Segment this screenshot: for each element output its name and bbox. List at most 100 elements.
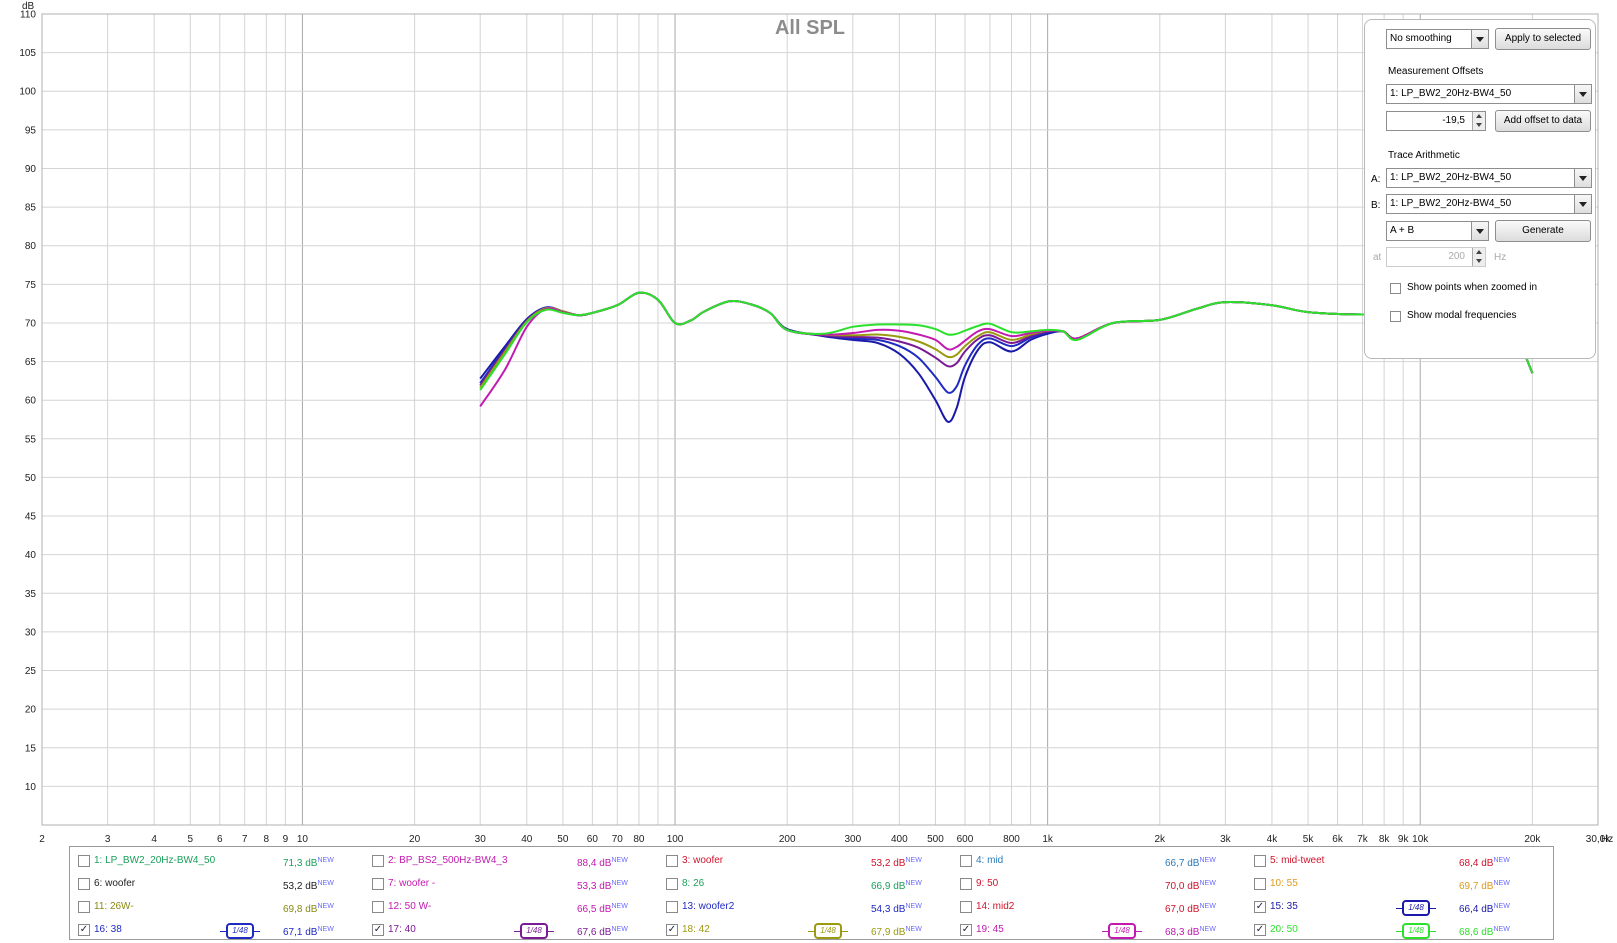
legend-name: 5: mid-tweet [1270, 855, 1325, 866]
legend-level-value: 69,7 dB [1459, 881, 1494, 892]
at-frequency-input[interactable]: 200 [1386, 247, 1486, 267]
new-badge: NEW [1199, 880, 1216, 887]
legend-item[interactable]: 10: 55 69,7 dBNEW [1254, 874, 1539, 894]
legend-level: 70,0 dBNEW [1165, 874, 1216, 897]
smoothing-badge[interactable]: 1/48 [1102, 923, 1142, 939]
legend-name: 19: 45 [976, 924, 1004, 935]
trace-a-select[interactable]: 1: LP_BW2_20Hz-BW4_50 [1386, 168, 1592, 188]
legend-item[interactable]: ✓ 20: 50 1/48 68,6 dBNEW [1254, 920, 1539, 940]
legend-level: 66,5 dBNEW [577, 897, 628, 920]
new-badge: NEW [905, 857, 922, 864]
chevron-down-icon[interactable] [1574, 195, 1591, 213]
legend-item[interactable]: 2: BP_BS2_500Hz-BW4_3 88,4 dBNEW [372, 851, 657, 871]
legend-checkbox[interactable] [78, 855, 90, 867]
legend-checkbox[interactable]: ✓ [960, 924, 972, 936]
legend-checkbox[interactable] [960, 855, 972, 867]
legend-checkbox[interactable]: ✓ [372, 924, 384, 936]
legend-item[interactable]: ✓ 19: 45 1/48 68,3 dBNEW [960, 920, 1245, 940]
trace-a-label: A: [1371, 174, 1381, 185]
apply-to-selected-button[interactable]: Apply to selected [1495, 28, 1591, 50]
add-offset-button[interactable]: Add offset to data [1495, 110, 1591, 132]
legend-item[interactable]: 5: mid-tweet 68,4 dBNEW [1254, 851, 1539, 871]
legend-item[interactable]: ✓ 16: 38 1/48 67,1 dBNEW [78, 920, 363, 940]
legend-item[interactable]: 6: woofer 53,2 dBNEW [78, 874, 363, 894]
generate-button[interactable]: Generate [1495, 220, 1591, 242]
legend-item[interactable]: 11: 26W- 69,8 dBNEW [78, 897, 363, 917]
legend-checkbox[interactable]: ✓ [1254, 901, 1266, 913]
legend-item[interactable]: 9: 50 70,0 dBNEW [960, 874, 1245, 894]
x-tick-label: 6 [217, 834, 223, 845]
smoothing-badge[interactable]: 1/48 [220, 923, 260, 939]
legend-item[interactable]: 1: LP_BW2_20Hz-BW4_50 71,3 dBNEW [78, 851, 363, 871]
smoothing-badge[interactable]: 1/48 [808, 923, 848, 939]
operation-select[interactable]: A + B [1386, 221, 1489, 241]
offset-measurement-select[interactable]: 1: LP_BW2_20Hz-BW4_50 [1386, 84, 1592, 104]
legend-level-value: 66,4 dB [1459, 904, 1494, 915]
legend-level: 67,9 dBNEW [871, 920, 922, 943]
legend-level-value: 68,3 dB [1165, 927, 1200, 938]
legend-name: 15: 35 [1270, 901, 1298, 912]
smoothing-select[interactable]: No smoothing [1386, 29, 1489, 49]
legend-item[interactable]: 12: 50 W- 66,5 dBNEW [372, 897, 657, 917]
y-axis-label: dB [22, 1, 35, 12]
trace-b-label: B: [1371, 200, 1381, 211]
legend-checkbox[interactable] [1254, 855, 1266, 867]
legend-checkbox[interactable]: ✓ [1254, 924, 1266, 936]
legend-checkbox[interactable] [666, 901, 678, 913]
x-tick-label: 10k [1412, 834, 1429, 845]
legend-checkbox[interactable] [78, 901, 90, 913]
x-tick-label: 300 [844, 834, 861, 845]
legend-item[interactable]: 7: woofer - 53,3 dBNEW [372, 874, 657, 894]
new-badge: NEW [317, 903, 334, 910]
legend-item[interactable]: ✓ 15: 35 1/48 66,4 dBNEW [1254, 897, 1539, 917]
legend-checkbox[interactable] [372, 855, 384, 867]
x-axis-unit: Hz [1601, 834, 1613, 845]
x-tick-label: 6k [1332, 834, 1344, 845]
legend-item[interactable]: 8: 26 66,9 dBNEW [666, 874, 951, 894]
legend-checkbox[interactable]: ✓ [666, 924, 678, 936]
trace-b-select[interactable]: 1: LP_BW2_20Hz-BW4_50 [1386, 194, 1592, 214]
legend-item[interactable]: 13: woofer2 54,3 dBNEW [666, 897, 951, 917]
legend-name: 4: mid [976, 855, 1004, 866]
offset-value-input[interactable]: -19,5 [1386, 111, 1486, 131]
legend-checkbox[interactable] [666, 878, 678, 890]
chevron-down-icon[interactable] [1471, 222, 1488, 240]
legend-checkbox[interactable] [960, 901, 972, 913]
legend-item[interactable]: ✓ 17: 40 1/48 67,6 dBNEW [372, 920, 657, 940]
legend-level: 53,2 dBNEW [283, 874, 334, 897]
chevron-down-icon[interactable] [1574, 169, 1591, 187]
legend-name: 7: woofer - [388, 878, 436, 889]
legend-item[interactable]: 4: mid 66,7 dBNEW [960, 851, 1245, 871]
x-tick-label: 8 [264, 834, 270, 845]
smoothing-badge[interactable]: 1/48 [1396, 900, 1436, 916]
legend-item[interactable]: 3: woofer 53,2 dBNEW [666, 851, 951, 871]
legend-checkbox[interactable]: ✓ [78, 924, 90, 936]
legend-checkbox[interactable] [1254, 878, 1266, 890]
legend-checkbox[interactable] [78, 878, 90, 890]
x-tick-label: 2 [39, 834, 45, 845]
legend-checkbox[interactable] [666, 855, 678, 867]
legend-level-value: 53,2 dB [283, 881, 318, 892]
legend-level: 69,8 dBNEW [283, 897, 334, 920]
new-badge: NEW [1493, 857, 1510, 864]
x-tick-label: 200 [779, 834, 796, 845]
offset-measurement-value: 1: LP_BW2_20Hz-BW4_50 [1390, 88, 1512, 99]
smoothing-badge[interactable]: 1/48 [1396, 923, 1436, 939]
chevron-down-icon[interactable] [1574, 85, 1591, 103]
legend-level-value: 54,3 dB [871, 904, 906, 915]
x-tick-label: 500 [927, 834, 944, 845]
legend-item[interactable]: ✓ 18: 42 1/48 67,9 dBNEW [666, 920, 951, 940]
legend-item[interactable]: 14: mid2 67,0 dBNEW [960, 897, 1245, 917]
chevron-down-icon[interactable] [1471, 30, 1488, 48]
show-points-checkbox[interactable] [1390, 283, 1401, 294]
x-tick-label: 100 [667, 834, 684, 845]
show-modal-checkbox[interactable] [1390, 311, 1401, 322]
spinner-icon[interactable] [1472, 112, 1485, 130]
x-tick-label: 30 [475, 834, 487, 845]
spinner-icon[interactable] [1472, 248, 1485, 266]
legend-checkbox[interactable] [960, 878, 972, 890]
legend-checkbox[interactable] [372, 901, 384, 913]
x-tick-label: 1k [1042, 834, 1054, 845]
legend-checkbox[interactable] [372, 878, 384, 890]
smoothing-badge[interactable]: 1/48 [514, 923, 554, 939]
